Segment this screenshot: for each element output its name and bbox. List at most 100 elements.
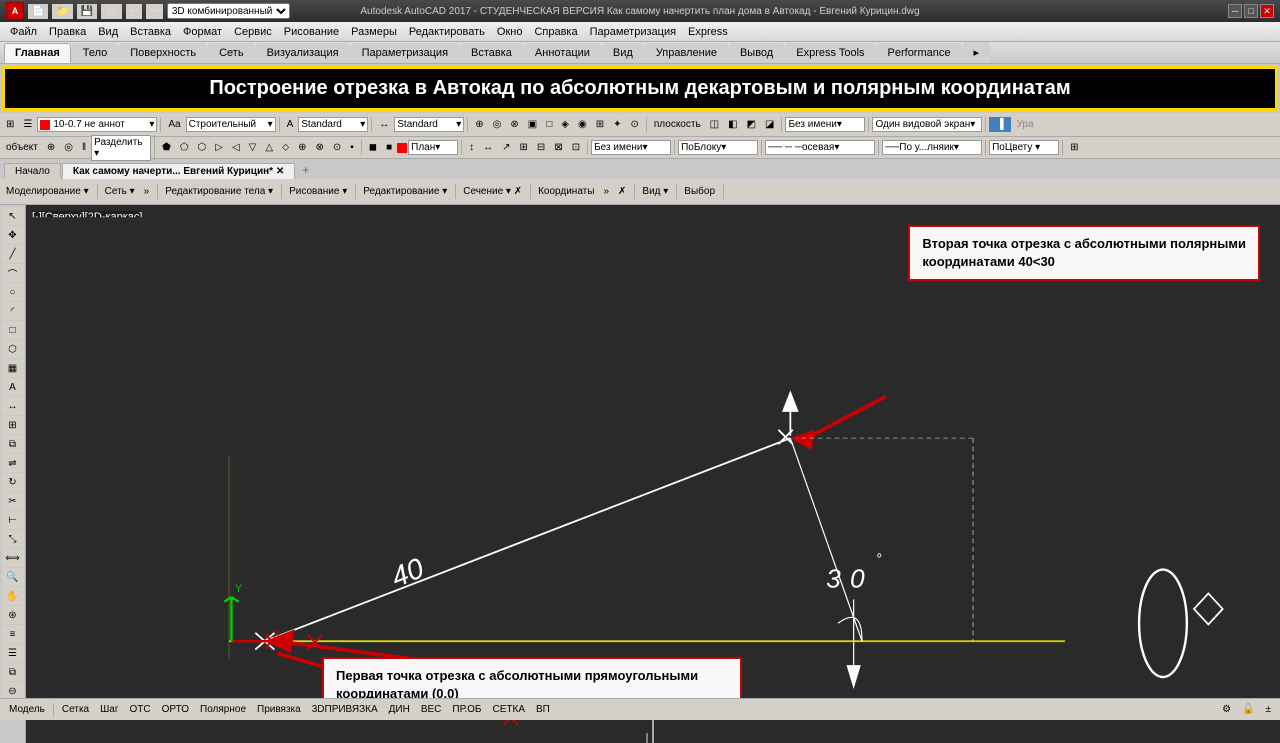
lt-mirror[interactable]: ⇌	[2, 454, 24, 472]
modify-dropdown[interactable]: Редактирование ▾	[359, 184, 451, 199]
lt-polyline[interactable]: ⌒	[2, 264, 24, 282]
lt-text[interactable]: A	[2, 378, 24, 396]
lt-line[interactable]: ╱	[2, 245, 24, 263]
view-dropdown3[interactable]: Вид ▾	[638, 184, 672, 199]
r2-icon10[interactable]: ⊗	[311, 140, 327, 155]
tab-view[interactable]: Вид	[602, 43, 644, 63]
r2b-icon5[interactable]: ⊟	[533, 140, 549, 155]
status-snap[interactable]: Шаг	[95, 702, 123, 717]
menu-dimension[interactable]: Размеры	[345, 25, 403, 39]
lt-match[interactable]: ⧉	[2, 663, 24, 681]
menu-edit[interactable]: Правка	[43, 25, 92, 39]
dim-icon[interactable]: ↔	[375, 117, 393, 132]
status-model[interactable]: Модель	[4, 702, 50, 717]
tb-extra-right[interactable]: ⊞	[1066, 140, 1082, 155]
modeling-dropdown[interactable]: Моделирование ▾	[2, 184, 93, 199]
layer-props-btn[interactable]: ☰	[19, 117, 36, 132]
lt-offset[interactable]: ⟺	[2, 549, 24, 567]
maximize-button[interactable]: □	[1244, 4, 1258, 18]
lt-dim[interactable]: ↔	[2, 397, 24, 415]
tab-output[interactable]: Вывод	[729, 43, 784, 63]
quick-access-redo[interactable]: ↪	[146, 4, 162, 19]
snap-icon2[interactable]: ◎	[60, 140, 77, 155]
status-3dosnap[interactable]: 3DПРИВЯЗКА	[307, 702, 383, 717]
tool-btn7[interactable]: ◉	[574, 117, 591, 132]
tab-surface[interactable]: Поверхность	[119, 43, 207, 63]
status-pr[interactable]: ПР.ОБ	[447, 702, 486, 717]
tool-btn8[interactable]: ⊞	[592, 117, 608, 132]
style-dropdown[interactable]: Standard▾	[298, 117, 368, 132]
status-ortho[interactable]: ОРТО	[157, 702, 194, 717]
r2b-icon6[interactable]: ⊠	[550, 140, 566, 155]
status-lw[interactable]: ВЕС	[416, 702, 447, 717]
menu-tools[interactable]: Сервис	[228, 25, 278, 39]
r2b-icon7[interactable]: ⊡	[568, 140, 584, 155]
r2-icon-sm1[interactable]: ◼	[365, 140, 381, 155]
tab-mesh[interactable]: Сеть	[208, 43, 254, 63]
r2-icon-sm2[interactable]: ■	[382, 140, 396, 155]
status-ots[interactable]: ОТС	[124, 702, 155, 717]
status-lock[interactable]: 🔓	[1237, 702, 1259, 717]
tab-parametric[interactable]: Параметризация	[351, 43, 459, 63]
lt-layers[interactable]: ☰	[2, 644, 24, 662]
lt-rotate[interactable]: ↻	[2, 473, 24, 491]
draw-dropdown[interactable]: Рисование ▾	[285, 184, 351, 199]
r2-icon9[interactable]: ⊕	[294, 140, 310, 155]
lt-rectangle[interactable]: □	[2, 321, 24, 339]
lt-arc[interactable]: ◜	[2, 302, 24, 320]
plan-dropdown[interactable]: План ▾	[408, 140, 458, 155]
extra-btn[interactable]: ▐	[989, 117, 1010, 132]
status-settings[interactable]: ⚙	[1217, 702, 1236, 717]
view-icon3[interactable]: ◩	[743, 117, 760, 132]
lt-3d-orbit[interactable]: ⊛	[2, 606, 24, 624]
view-icon2[interactable]: ◧	[724, 117, 741, 132]
lt-pan[interactable]: ✋	[2, 587, 24, 605]
menu-insert[interactable]: Вставка	[124, 25, 177, 39]
menu-draw[interactable]: Рисование	[278, 25, 345, 39]
status-vp[interactable]: ВП	[531, 702, 555, 717]
r2-icon5[interactable]: ◁	[228, 140, 244, 155]
tool-btn4[interactable]: ▣	[524, 117, 541, 132]
r2b-icon1[interactable]: ↕	[465, 140, 478, 155]
lt-scale[interactable]: ⤡	[2, 530, 24, 548]
annotation-scale-dropdown[interactable]: Строительный▾	[186, 117, 276, 132]
mesh-expand[interactable]: »	[140, 184, 154, 199]
lt-circle[interactable]: ○	[2, 283, 24, 301]
coords-close[interactable]: ✗	[614, 184, 630, 199]
menu-file[interactable]: Файл	[4, 25, 43, 39]
quick-access-open[interactable]: 📁	[52, 4, 72, 19]
snap-icon1[interactable]: ⊕	[43, 140, 59, 155]
r2-icon3[interactable]: ⬡	[194, 140, 211, 155]
lt-properties[interactable]: ≡	[2, 625, 24, 643]
r2-icon1[interactable]: ⬟	[158, 140, 175, 155]
tool-btn3[interactable]: ⊗	[506, 117, 522, 132]
color-dropdown[interactable]: ПоЦвету ▾	[989, 140, 1059, 155]
tab-manage[interactable]: Управление	[645, 43, 728, 63]
view-icon4[interactable]: ◪	[761, 117, 778, 132]
status-dyn[interactable]: ДИН	[384, 702, 415, 717]
menu-parametric[interactable]: Параметризация	[584, 25, 682, 39]
lt-trim[interactable]: ✂	[2, 492, 24, 510]
workspace-dropdown[interactable]: 3D комбинированный	[167, 3, 290, 19]
lineweight-dropdown[interactable]: ── По у...лняик ▾	[882, 140, 982, 155]
tab-active-doc[interactable]: Как самому начерти... Евгений Курицин* ✕	[62, 163, 295, 179]
tool-btn2[interactable]: ◎	[489, 117, 506, 132]
layer-state-btn[interactable]: ⊞	[2, 117, 18, 132]
tab-start[interactable]: Начало	[4, 163, 61, 179]
status-osnap[interactable]: Привязка	[252, 702, 306, 717]
close-button[interactable]: ✕	[1260, 4, 1274, 18]
minimize-button[interactable]: ─	[1228, 4, 1242, 18]
quick-access-new[interactable]: 📄	[28, 4, 48, 19]
r2-icon7[interactable]: △	[261, 140, 277, 155]
annotation-icon[interactable]: Aa	[164, 117, 184, 132]
r2-icon8[interactable]: ⬦	[278, 140, 293, 155]
solid-edit-dropdown[interactable]: Редактирование тела ▾	[161, 184, 277, 199]
tab-solid[interactable]: Тело	[72, 43, 119, 63]
r2-icon6[interactable]: ▽	[245, 140, 261, 155]
tool-btn1[interactable]: ⊕	[471, 117, 487, 132]
lt-block[interactable]: ⊞	[2, 416, 24, 434]
r2-icon2[interactable]: ⬠	[176, 140, 193, 155]
r2b-icon2[interactable]: ↔	[479, 140, 497, 155]
tab-express-tools[interactable]: Express Tools	[785, 43, 875, 63]
ultra-btn[interactable]: Ура	[1013, 117, 1038, 132]
